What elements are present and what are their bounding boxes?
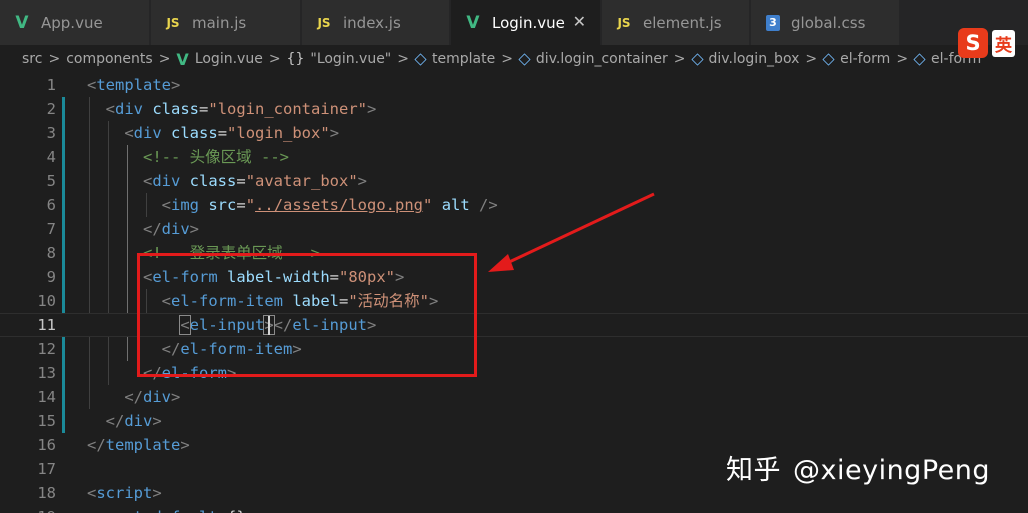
sogou-logo-icon: S — [958, 28, 988, 58]
watermark-handle: @xieyingPeng — [793, 455, 991, 486]
watermark: 知乎 @xieyingPeng — [726, 448, 990, 487]
annotation-arrow — [488, 192, 655, 272]
ime-language-label: 英 — [992, 29, 1015, 57]
input-method-indicator[interactable]: S 英 — [958, 28, 1015, 58]
watermark-site: 知乎 — [726, 455, 781, 486]
